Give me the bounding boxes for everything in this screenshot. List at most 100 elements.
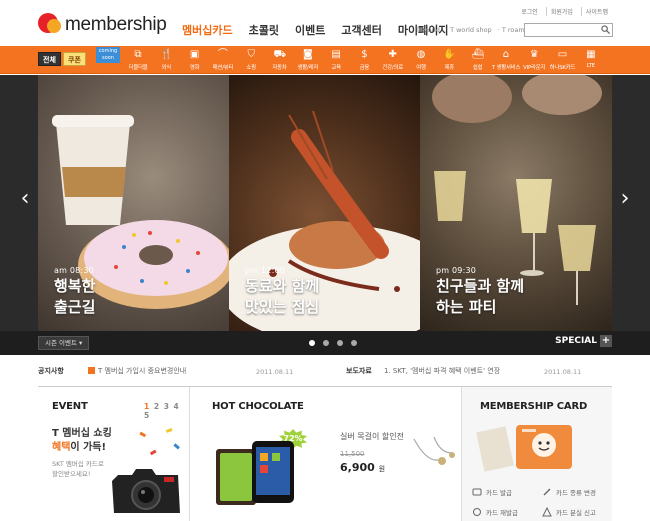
card-change-link[interactable]: 카드 종류 변경 [542,487,596,497]
category-item-label: 자동차 [272,65,287,71]
handshake-icon: ✋ [443,49,456,60]
nav-membership-card[interactable]: 멤버십카드 [182,22,233,38]
category-item-10[interactable]: ◍ 여행 [407,49,435,71]
nav-chocolate[interactable]: 초콜릿 [249,22,279,38]
category-item-label: T 생활서비스 [491,65,521,71]
book-icon: ▤ [331,49,341,60]
category-item-label: LTE [586,63,596,69]
category-item-label: 교육 [331,65,341,71]
card-issue-link[interactable]: 카드 발급 [472,487,512,497]
category-item-14[interactable]: ♛ VIP라운지 [520,49,548,71]
event-line2-highlight: 혜택 [52,442,71,453]
search-icon[interactable] [601,25,610,34]
login-link[interactable]: 로그인 [517,7,542,16]
link-tworld-shop[interactable]: · T world shop [446,26,492,34]
hero-slide-lunch[interactable]: pm 12:00 동료와 함께 맛있는 점심 [229,75,420,331]
category-item-7[interactable]: ▤ 교육 [322,49,350,71]
nav-event[interactable]: 이벤트 [295,22,325,38]
card-refresh-icon [473,508,481,516]
sitemap-link[interactable]: 사이트맵 [580,7,612,16]
press-link[interactable]: 1. SKT, '멤버십 파격 혜택 이벤트' 연장 [384,366,500,376]
next-slide-arrow-icon[interactable]: › [618,187,632,211]
category-item-3[interactable]: ⌒ 패션/뷰티 [209,49,237,71]
membership-card-title: MEMBERSHIP CARD [480,401,588,412]
category-item-1[interactable]: 🍴 외식 [152,49,180,71]
category-item-4[interactable]: ⛉ 쇼핑 [237,49,265,71]
event-page-3[interactable]: 3 [164,402,170,411]
membership-card-image[interactable] [476,421,598,477]
hanger-icon: ⌒ [217,49,228,60]
notice-label: 공지사항 [38,367,64,375]
slide-dot-2[interactable] [323,340,329,346]
slide-dot-1[interactable] [309,340,315,346]
ship-icon: ⛴ [471,49,485,60]
category-item-13[interactable]: ⌂ T 생활서비스 [491,49,521,71]
camera-icon: ◙ [302,49,313,60]
slide-time: pm 12:00 [245,266,286,275]
event-page-5[interactable]: 5 [144,411,150,420]
coming-soon-badge: coming soon [96,47,120,63]
tworld-links: T world · T world shop · T roaming [416,26,535,34]
slide-title-line2: 맛있는 점심 [245,298,320,316]
notice-link[interactable]: T 멤버십 가입시 중요변경안내 [98,366,186,376]
special-label: SPECIAL [555,336,597,346]
slide-dot-4[interactable] [351,340,357,346]
product-name[interactable]: 실버 목걸이 할인전 [340,431,404,442]
slide-title-line2: 하는 파티 [436,298,497,316]
category-item-label: 생활/레저 [297,65,319,71]
event-sub1: SKT 멤버십 카드로 [52,460,104,468]
card-reissue-link[interactable]: 카드 재발급 [472,507,518,517]
category-item-2[interactable]: ▣ 영화 [181,49,209,71]
phone-case-image[interactable] [212,435,308,507]
card-lost-label: 카드 분실 신고 [556,509,597,517]
category-item-label: 영화 [189,65,200,71]
signup-link[interactable]: 회원가입 [545,7,577,16]
category-coupon-button[interactable]: 쿠폰 [63,52,86,66]
search-input[interactable] [524,23,613,37]
category-item-label: 금융 [359,65,370,71]
card-stack-icon [472,488,482,496]
t-logo-icon [38,13,62,37]
category-all-button[interactable]: 전체 [38,52,61,66]
prev-slide-arrow-icon[interactable]: ‹ [18,187,32,211]
event-headline[interactable]: T 멤버십 쇼킹 혜택이 가득! [52,427,112,455]
hot-chocolate-card: HOT CHOCOLATE 72% 실버 목걸이 할인전 11,500 6,90… [190,387,462,521]
category-item-15[interactable]: ▭ 하나SK카드 [549,49,577,71]
season-event-label: 시즌 이벤트 [45,339,77,347]
category-item-5[interactable]: ⛟ 자동차 [266,49,294,71]
category-item-label: 건강/의료 [382,65,404,71]
card-issue-label: 카드 발급 [486,489,512,497]
hero-slide-party[interactable]: pm 09:30 친구들과 함께 하는 파티 [420,75,612,331]
category-item-label: VIP라운지 [523,65,546,71]
category-item-12[interactable]: ⛴ 쉽쉽 [464,49,492,71]
plus-icon[interactable]: + [600,335,612,347]
event-page-2[interactable]: 2 [154,402,160,411]
event-page-1[interactable]: 1 [144,402,150,411]
fork-knife-icon: 🍴 [160,49,173,60]
nav-customer-center[interactable]: 고객센터 [341,22,381,38]
event-page-4[interactable]: 4 [174,402,180,411]
season-event-dropdown[interactable]: 시즌 이벤트 ▾ [38,336,90,350]
film-icon: ▣ [189,49,200,60]
category-item-8[interactable]: $ 금융 [350,49,378,71]
slide-title-line2: 출근길 [54,298,96,316]
category-item-0[interactable]: ⧉ 더블더블 [124,49,152,71]
card-lost-link[interactable]: 카드 분실 신고 [542,507,596,517]
category-item-label: 여행 [416,65,426,71]
old-price: 11,500 [340,450,365,458]
category-item-9[interactable]: ✚ 건강/의료 [379,49,407,71]
category-item-label: 쇼핑 [246,65,256,71]
link-tworld[interactable]: T world [416,26,440,34]
logo[interactable]: membership [38,13,167,37]
category-item-11[interactable]: ✋ 제휴 [435,49,463,71]
event-title: EVENT [52,401,88,412]
grid-icon: ▦ [586,49,596,60]
slide-dot-3[interactable] [337,340,343,346]
event-card: EVENT 1 2 3 4 5 T 멤버십 쇼킹 혜택이 가득! SKT 멤버십… [38,387,190,521]
utility-links: 로그인 회원가입 사이트맵 [517,7,612,16]
necklace-image[interactable] [408,435,458,477]
special-link[interactable]: SPECIAL + [555,335,612,347]
hero-slide-morning[interactable]: am 08:30 행복한 출근길 [38,75,229,331]
category-item-16[interactable]: ▦ LTE [577,49,605,69]
category-item-6[interactable]: ◙ 생활/레저 [294,49,322,71]
